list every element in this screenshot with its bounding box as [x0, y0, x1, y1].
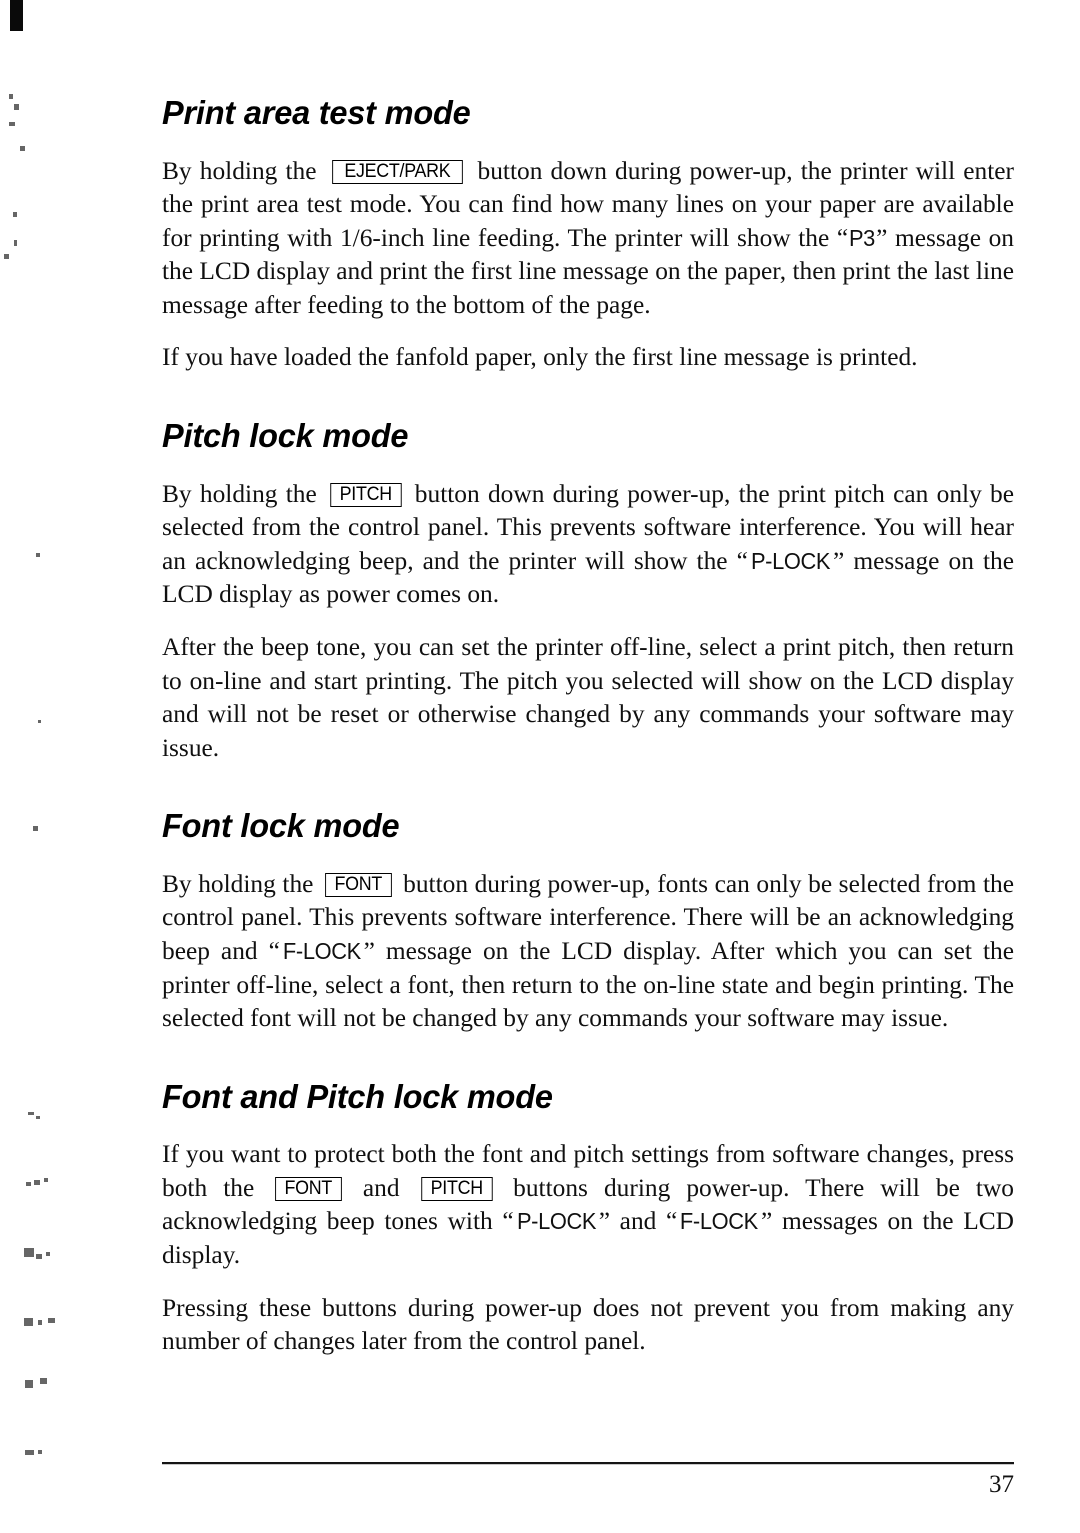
scan-speck: [4, 254, 9, 259]
scan-speck: [48, 1318, 55, 1323]
lcd-message-f-lock: F-LOCK: [282, 938, 361, 964]
text-run: After the beep tone, you can set the pri…: [162, 632, 1014, 762]
scan-speck: [20, 146, 25, 151]
footer-rule: [162, 1462, 1014, 1465]
paragraph-para-print-area-1: By holding the EJECT/PARK button down du…: [162, 155, 1014, 323]
scan-speck: [36, 553, 40, 557]
page-footer: 37: [162, 1462, 1014, 1500]
text-run: If you have loaded the fanfold paper, on…: [162, 343, 918, 372]
button-key-pitch[interactable]: PITCH: [330, 482, 402, 507]
scan-speck: [24, 1248, 34, 1257]
scan-speck: [14, 240, 17, 246]
scan-speck: [44, 1178, 48, 1182]
scan-speck: [14, 104, 19, 110]
button-key-pitch[interactable]: PITCH: [420, 1176, 492, 1201]
scan-speck: [38, 720, 41, 723]
text-run: By holding the: [162, 156, 325, 185]
scan-speck: [13, 212, 17, 217]
paragraph-para-font-1: By holding the FONT button during power-…: [162, 868, 1014, 1036]
lcd-message-p3: P3: [849, 224, 876, 251]
paragraph-para-font-pitch-2: Pressing these buttons during power-up d…: [162, 1292, 1014, 1359]
top-spacer: [162, 0, 1014, 96]
lcd-message-p-lock: P-LOCK: [516, 1208, 597, 1235]
scan-speck: [25, 1380, 33, 1388]
text-run: and: [346, 1173, 416, 1202]
button-key-font[interactable]: FONT: [325, 872, 392, 897]
section-heading-print-area-test-mode: Print area test mode: [162, 95, 471, 132]
section-heading-font-and-pitch-lock-mode: Font and Pitch lock mode: [162, 1078, 553, 1116]
text-run: ” and “: [598, 1207, 678, 1236]
scan-speck: [9, 122, 15, 126]
scan-speck: [25, 1450, 34, 1455]
text-run: By holding the: [162, 869, 321, 898]
text-run: Pressing these buttons during power-up d…: [162, 1293, 1014, 1356]
scan-speck: [34, 1180, 40, 1185]
page-number: 37: [989, 1471, 1014, 1498]
scan-speck: [36, 1116, 40, 1119]
scan-speck: [40, 1378, 47, 1384]
scan-speck: [28, 1112, 34, 1115]
scan-speck: [38, 1450, 42, 1454]
scan-speck: [9, 94, 13, 99]
section-heading-font-lock-mode: Font lock mode: [162, 808, 400, 846]
scan-speck: [24, 1318, 33, 1326]
paragraph-para-pitch-1: By holding the PITCH button down during …: [162, 478, 1014, 612]
button-key-font[interactable]: FONT: [275, 1176, 342, 1201]
paragraph-para-font-pitch-1: If you want to protect both the font and…: [162, 1138, 1014, 1272]
section-heading-pitch-lock-mode: Pitch lock mode: [162, 418, 409, 456]
page-content: Print area test mode By holding the EJECT…: [162, 0, 1014, 1533]
lcd-message-p-lock: P-LOCK: [750, 547, 831, 574]
scan-edge-artifact: [10, 0, 23, 31]
lcd-message-f-lock: F-LOCK: [680, 1208, 759, 1235]
paragraph-para-pitch-2: After the beep tone, you can set the pri…: [162, 631, 1014, 765]
button-key-eject-park[interactable]: EJECT/PARK: [331, 159, 463, 184]
scan-speck: [36, 1254, 42, 1259]
paragraph-para-print-area-2: If you have loaded the fanfold paper, on…: [162, 341, 1014, 375]
scan-speck: [46, 1252, 50, 1256]
text-run: By holding the: [162, 479, 326, 508]
scan-speck: [33, 826, 38, 831]
scan-speck: [26, 1182, 31, 1186]
scan-speck: [38, 1320, 42, 1325]
